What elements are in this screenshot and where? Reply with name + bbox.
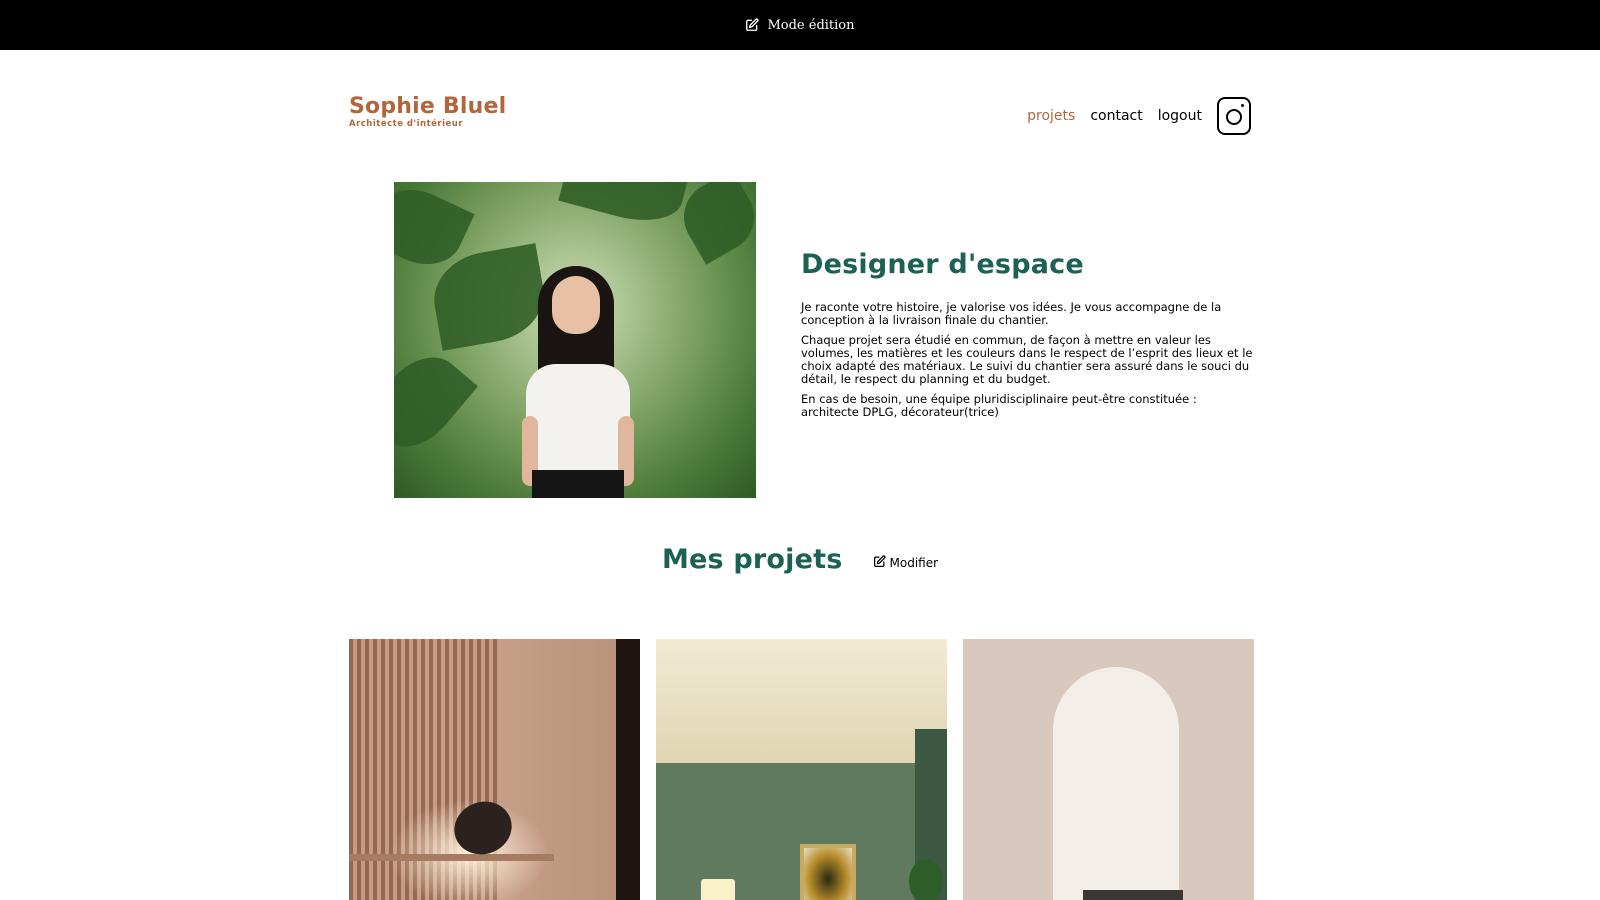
logo-subtitle: Architecte d'intérieur bbox=[349, 119, 464, 129]
instagram-icon[interactable] bbox=[1217, 97, 1251, 135]
instagram-lens bbox=[1226, 109, 1242, 125]
introduction: Designer d'espace Je raconte votre histo… bbox=[801, 247, 1253, 426]
edit-icon bbox=[745, 18, 760, 32]
introduction-paragraph: En cas de besoin, une équipe pluridiscip… bbox=[801, 392, 1197, 419]
table-lamp bbox=[701, 879, 735, 900]
nav-contact[interactable]: contact bbox=[1090, 98, 1142, 134]
ceiling bbox=[656, 639, 947, 763]
edit-icon bbox=[873, 555, 886, 571]
dark-post bbox=[616, 639, 640, 900]
person-skirt bbox=[532, 470, 624, 498]
portfolio-header: Mes projets Modifier bbox=[0, 540, 1600, 580]
logo-name: Sophie Bluel bbox=[349, 94, 507, 119]
nav-logout[interactable]: logout bbox=[1158, 98, 1202, 134]
arched-alcove bbox=[1053, 667, 1179, 900]
main-nav: projets contact logout bbox=[1027, 97, 1253, 135]
sofa bbox=[1083, 890, 1183, 900]
project-card[interactable] bbox=[349, 639, 640, 900]
nav-projets[interactable]: projets bbox=[1027, 98, 1075, 134]
introduction-title: Designer d'espace bbox=[801, 249, 1084, 280]
site-header: Sophie Bluel Architecte d'intérieur proj… bbox=[349, 92, 1253, 140]
introduction-paragraph: Je raconte votre histoire, je valorise v… bbox=[801, 300, 1222, 327]
architect-portrait bbox=[394, 182, 756, 498]
plant bbox=[909, 859, 943, 900]
portrait-person bbox=[518, 266, 638, 498]
shelf bbox=[349, 854, 554, 861]
person-face bbox=[552, 276, 600, 334]
foliage-leaf bbox=[394, 341, 478, 463]
modify-label: Modifier bbox=[889, 556, 939, 570]
project-card[interactable] bbox=[656, 639, 947, 900]
edit-mode-bar: Mode édition bbox=[0, 0, 1600, 50]
foliage-leaf bbox=[558, 182, 690, 232]
portfolio-title: Mes projets bbox=[661, 544, 843, 575]
logo: Sophie Bluel Architecte d'intérieur bbox=[349, 94, 507, 130]
instagram-dot bbox=[1241, 104, 1244, 107]
introduction-paragraph: Chaque projet sera étudié en commun, de … bbox=[801, 333, 1253, 386]
person-shirt bbox=[526, 364, 630, 474]
wall-art bbox=[800, 844, 856, 900]
project-card[interactable] bbox=[963, 639, 1254, 900]
modify-projects-button[interactable]: Modifier bbox=[873, 555, 939, 571]
edit-mode-label[interactable]: Mode édition bbox=[767, 18, 854, 33]
